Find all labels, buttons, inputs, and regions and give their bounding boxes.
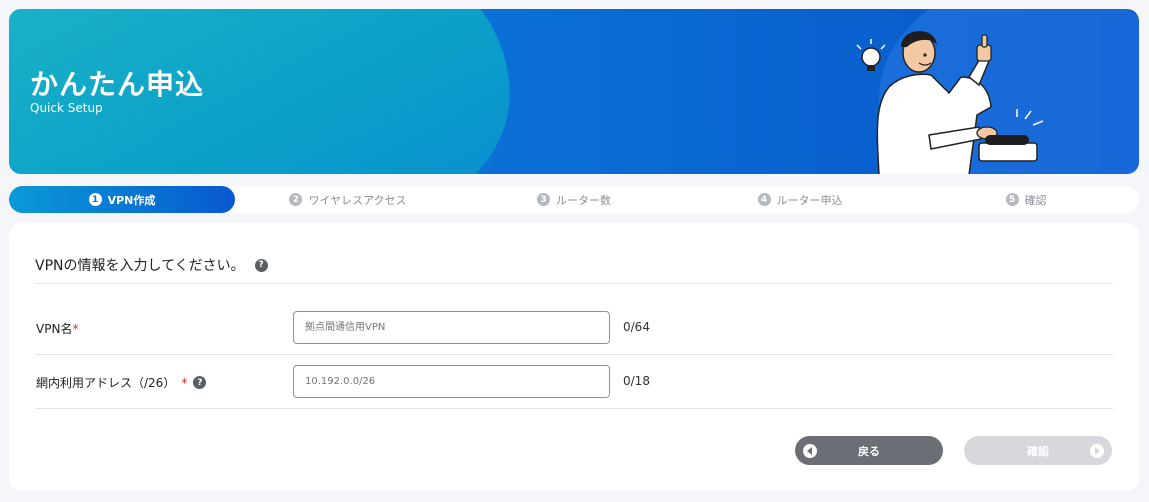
step-vpn-create[interactable]: 1 VPN作成 [9, 186, 235, 213]
vpn-name-label: VPN名 * [36, 320, 78, 337]
step-number: 5 [1005, 193, 1019, 206]
step-number: 2 [289, 193, 303, 206]
help-icon[interactable]: ? [193, 376, 207, 389]
confirm-button[interactable]: 確認 [964, 436, 1112, 465]
arrow-left-icon [803, 443, 817, 458]
step-router-count[interactable]: 3 ルーター数 [461, 186, 687, 213]
required-mark: * [181, 375, 188, 390]
divider [35, 283, 1113, 284]
header-banner: かんたん申込 Quick Setup [9, 9, 1139, 174]
step-label: VPN作成 [107, 193, 156, 207]
form-card: VPNの情報を入力してください。 ? VPN名* 0/64 網内利用アドレス（/… [9, 223, 1139, 491]
address-label: 網内利用アドレス（/26） * ? [36, 374, 207, 391]
help-icon[interactable]: ? [254, 258, 268, 272]
step-confirm[interactable]: 5 確認 [913, 186, 1139, 213]
back-button[interactable]: 戻る [795, 436, 943, 465]
address-input[interactable] [293, 365, 610, 398]
step-number: 3 [537, 193, 550, 206]
address-counter: 0/18 [623, 374, 650, 388]
step-router-apply[interactable]: 4 ルーター申込 [687, 186, 913, 213]
step-label: ワイヤレスアクセス [308, 193, 407, 207]
back-button-label: 戻る [858, 444, 880, 458]
arrow-right-icon [1090, 443, 1104, 458]
vpn-name-counter: 0/64 [623, 320, 650, 334]
step-number: 1 [88, 193, 102, 206]
address-label-text: 網内利用アドレス（/26） [36, 376, 176, 390]
vpn-name-label-text: VPN名 [36, 322, 73, 336]
progress-steps: 1 VPN作成 2 ワイヤレスアクセス 3 ルーター数 4 ルーター申込 5 確… [9, 186, 1139, 213]
form-heading: VPNの情報を入力してください。 ? [35, 255, 268, 275]
step-label: 確認 [1024, 193, 1047, 207]
step-label: ルーター申込 [776, 193, 843, 207]
vpn-name-input[interactable] [293, 311, 610, 344]
required-mark: * [72, 321, 79, 336]
step-label: ルーター数 [556, 193, 611, 207]
divider [35, 354, 1113, 355]
divider [35, 408, 1113, 409]
person-illustration [856, 30, 1044, 174]
confirm-button-label: 確認 [1027, 444, 1049, 458]
page-subtitle: Quick Setup [30, 101, 103, 115]
step-number: 4 [757, 193, 771, 206]
form-heading-text: VPNの情報を入力してください。 [35, 258, 245, 274]
step-wireless-access[interactable]: 2 ワイヤレスアクセス [235, 186, 461, 213]
page-title: かんたん申込 [30, 68, 205, 101]
